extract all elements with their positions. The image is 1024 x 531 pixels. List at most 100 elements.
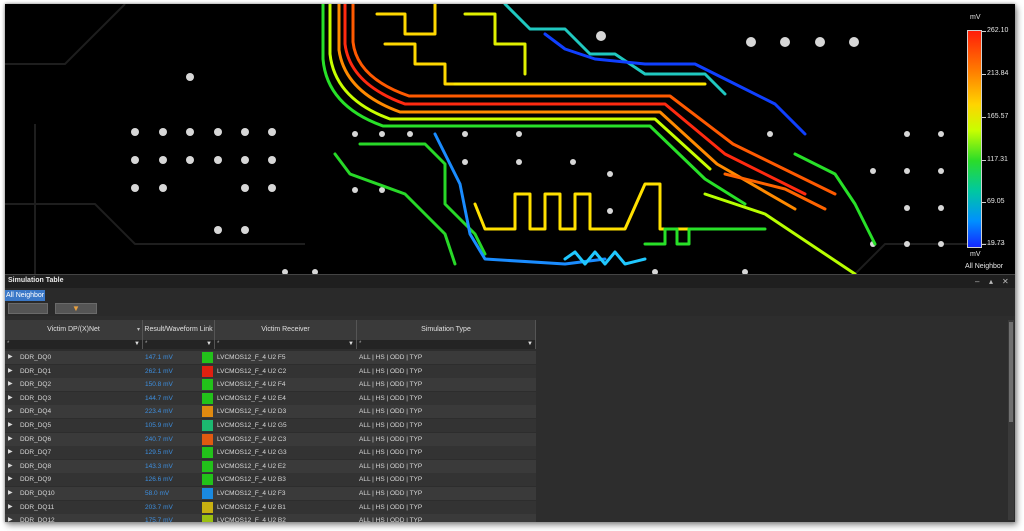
minimize-icon[interactable]: – bbox=[975, 277, 979, 286]
result-link[interactable]: 143.3 mV bbox=[145, 460, 201, 473]
vertical-scrollbar[interactable] bbox=[1008, 320, 1014, 520]
expand-arrow-icon[interactable]: ▶ bbox=[8, 365, 16, 378]
scale-mode-label: All Neighbor bbox=[965, 263, 1004, 270]
simulation-type: ALL | HS | ODD | TYP bbox=[359, 476, 423, 484]
expand-arrow-icon[interactable]: ▶ bbox=[8, 392, 16, 405]
victim-net: DDR_DQ10 bbox=[20, 490, 55, 497]
scale-tick bbox=[982, 31, 986, 32]
result-color-swatch bbox=[202, 515, 213, 522]
expand-arrow-icon[interactable]: ▶ bbox=[8, 446, 16, 459]
simulation-type: ALL | HS | ODD | TYP bbox=[359, 408, 423, 416]
result-color-swatch bbox=[202, 392, 213, 404]
panel-titlebar: Simulation Table – ▴ ✕ bbox=[5, 274, 1015, 289]
column-header-victim-net[interactable]: Victim DP/(X)Net ▾ bbox=[5, 320, 143, 340]
table-row[interactable]: ▶ DDR_DQ12 175.7 mV LVCMOS12_F_4 U2 B2 ALL |… bbox=[5, 514, 536, 522]
result-color-swatch bbox=[202, 352, 213, 363]
result-link[interactable]: 129.5 mV bbox=[145, 446, 201, 459]
expand-arrow-icon[interactable]: ▶ bbox=[8, 433, 16, 446]
result-link[interactable]: 175.7 mV bbox=[145, 514, 201, 522]
filter-victim-receiver[interactable]: * ▼ bbox=[215, 340, 357, 349]
expand-arrow-icon[interactable]: ▶ bbox=[8, 419, 16, 432]
panel-title: Simulation Table bbox=[8, 277, 64, 284]
filter-victim-net[interactable]: * ▼ bbox=[5, 340, 143, 349]
table-row[interactable]: ▶ DDR_DQ10 58.0 mV LVCMOS12_F_4 U2 F3 ALL | … bbox=[5, 487, 536, 500]
table-row[interactable]: ▶ DDR_DQ4 223.4 mV LVCMOS12_F_4 U2 D3 ALL | … bbox=[5, 405, 536, 419]
result-link[interactable]: 105.9 mV bbox=[145, 419, 201, 432]
result-color-swatch bbox=[202, 420, 213, 431]
result-color-swatch bbox=[202, 488, 213, 499]
pcb-layout-view[interactable]: mV 262.10 213.84 165.57 117.31 69.05 19.… bbox=[5, 4, 1015, 274]
filter-simulation-type[interactable]: * ▼ bbox=[357, 340, 536, 349]
sort-icon[interactable]: ▾ bbox=[137, 320, 140, 340]
simulation-type: ALL | HS | ODD | TYP bbox=[359, 503, 423, 511]
expand-arrow-icon[interactable]: ▶ bbox=[8, 487, 16, 500]
simulation-type: ALL | HS | ODD | TYP bbox=[359, 394, 423, 402]
expand-arrow-icon[interactable]: ▶ bbox=[8, 501, 16, 514]
expand-arrow-icon[interactable]: ▶ bbox=[8, 351, 16, 364]
expand-arrow-icon[interactable]: ▶ bbox=[8, 514, 16, 522]
table-row[interactable]: ▶ DDR_DQ9 126.6 mV LVCMOS12_F_4 U2 B3 ALL | … bbox=[5, 473, 536, 487]
clear-filter-button[interactable]: ▼ bbox=[55, 303, 97, 314]
expand-arrow-icon[interactable]: ▶ bbox=[8, 460, 16, 473]
victim-receiver: LVCMOS12_F_4 U2 E2 bbox=[217, 462, 286, 470]
table-row[interactable]: ▶ DDR_DQ11 203.7 mV LVCMOS12_F_4 U2 B1 ALL |… bbox=[5, 500, 536, 514]
result-link[interactable]: 262.1 mV bbox=[145, 365, 201, 378]
victim-net: DDR_DQ3 bbox=[20, 394, 52, 402]
victim-net: DDR_DQ11 bbox=[20, 503, 55, 511]
table-row[interactable]: ▶ DDR_DQ8 143.3 mV LVCMOS12_F_4 U2 E2 ALL | … bbox=[5, 459, 536, 473]
column-header-simulation-type[interactable]: Simulation Type bbox=[357, 320, 536, 340]
result-link[interactable]: 126.6 mV bbox=[145, 473, 201, 486]
simulation-type: ALL | HS | ODD | TYP bbox=[359, 490, 423, 497]
expand-arrow-icon[interactable]: ▶ bbox=[8, 378, 16, 391]
table-row[interactable]: ▶ DDR_DQ7 129.5 mV LVCMOS12_F_4 U2 G3 ALL | … bbox=[5, 446, 536, 460]
table-row[interactable]: ▶ DDR_DQ6 240.7 mV LVCMOS12_F_4 U2 C3 ALL | … bbox=[5, 432, 536, 446]
simulation-type: ALL | HS | ODD | TYP bbox=[359, 381, 423, 389]
simulation-type: ALL | HS | ODD | TYP bbox=[359, 435, 423, 443]
scale-tick-label: 117.31 bbox=[987, 156, 1008, 163]
result-link[interactable]: 150.8 mV bbox=[145, 378, 201, 391]
run-simulation-button[interactable] bbox=[8, 303, 48, 314]
simulation-results-table: Victim DP/(X)Net ▾ Result/Waveform Link … bbox=[5, 320, 1005, 522]
result-link[interactable]: 147.1 mV bbox=[145, 351, 201, 364]
filter-result[interactable]: * ▼ bbox=[143, 340, 215, 349]
scale-tick-label: 19.73 bbox=[987, 240, 1005, 247]
victim-net: DDR_DQ8 bbox=[20, 462, 52, 470]
column-header-victim-receiver[interactable]: Victim Receiver bbox=[215, 320, 357, 340]
scale-tick bbox=[982, 202, 986, 203]
funnel-icon: ▼ bbox=[72, 304, 80, 313]
simulation-type: ALL | HS | ODD | TYP bbox=[359, 517, 423, 522]
victim-receiver: LVCMOS12_F_4 U2 B1 bbox=[217, 503, 286, 511]
victim-receiver: LVCMOS12_F_4 U2 G5 bbox=[217, 422, 287, 429]
victim-receiver: LVCMOS12_F_4 U2 B3 bbox=[217, 476, 286, 484]
scale-tick-label: 262.10 bbox=[987, 27, 1009, 34]
result-link[interactable]: 240.7 mV bbox=[145, 433, 201, 446]
expand-arrow-icon[interactable]: ▶ bbox=[8, 473, 16, 486]
column-header-result[interactable]: Result/Waveform Link bbox=[143, 320, 215, 340]
result-link[interactable]: 203.7 mV bbox=[145, 501, 201, 514]
result-link[interactable]: 223.4 mV bbox=[145, 405, 201, 418]
result-link[interactable]: 144.7 mV bbox=[145, 392, 201, 405]
table-row[interactable]: ▶ DDR_DQ2 150.8 mV LVCMOS12_F_4 U2 F4 ALL | … bbox=[5, 378, 536, 392]
result-color-swatch bbox=[202, 406, 213, 418]
filter-chip-all-neighbor[interactable]: All Neighbor bbox=[5, 290, 45, 301]
table-row[interactable]: ▶ DDR_DQ5 105.9 mV LVCMOS12_F_4 U2 G5 ALL | … bbox=[5, 419, 536, 432]
simulation-type: ALL | HS | ODD | TYP bbox=[359, 422, 423, 429]
result-link[interactable]: 58.0 mV bbox=[145, 487, 201, 500]
victim-receiver: LVCMOS12_F_4 U2 E4 bbox=[217, 394, 286, 402]
simulation-type: ALL | HS | ODD | TYP bbox=[359, 354, 423, 361]
result-color-swatch bbox=[202, 433, 213, 445]
close-icon[interactable]: ✕ bbox=[1002, 277, 1009, 286]
scrollbar-thumb[interactable] bbox=[1009, 322, 1013, 422]
victim-net: DDR_DQ12 bbox=[20, 517, 55, 522]
scale-tick bbox=[982, 244, 986, 245]
victim-receiver: LVCMOS12_F_4 U2 F5 bbox=[217, 354, 286, 361]
victim-receiver: LVCMOS12_F_4 U2 B2 bbox=[217, 517, 286, 522]
table-row[interactable]: ▶ DDR_DQ1 262.1 mV LVCMOS12_F_4 U2 C2 ALL | … bbox=[5, 364, 536, 378]
table-row[interactable]: ▶ DDR_DQ3 144.7 mV LVCMOS12_F_4 U2 E4 ALL | … bbox=[5, 391, 536, 405]
expand-arrow-icon[interactable]: ▶ bbox=[8, 405, 16, 418]
pcb-traces bbox=[5, 4, 1005, 274]
table-row[interactable]: ▶ DDR_DQ0 147.1 mV LVCMOS12_F_4 U2 F5 ALL | … bbox=[5, 351, 536, 364]
victim-net: DDR_DQ5 bbox=[20, 422, 52, 429]
pin-icon[interactable]: ▴ bbox=[989, 277, 993, 286]
scale-tick-label: 213.84 bbox=[987, 70, 1009, 77]
